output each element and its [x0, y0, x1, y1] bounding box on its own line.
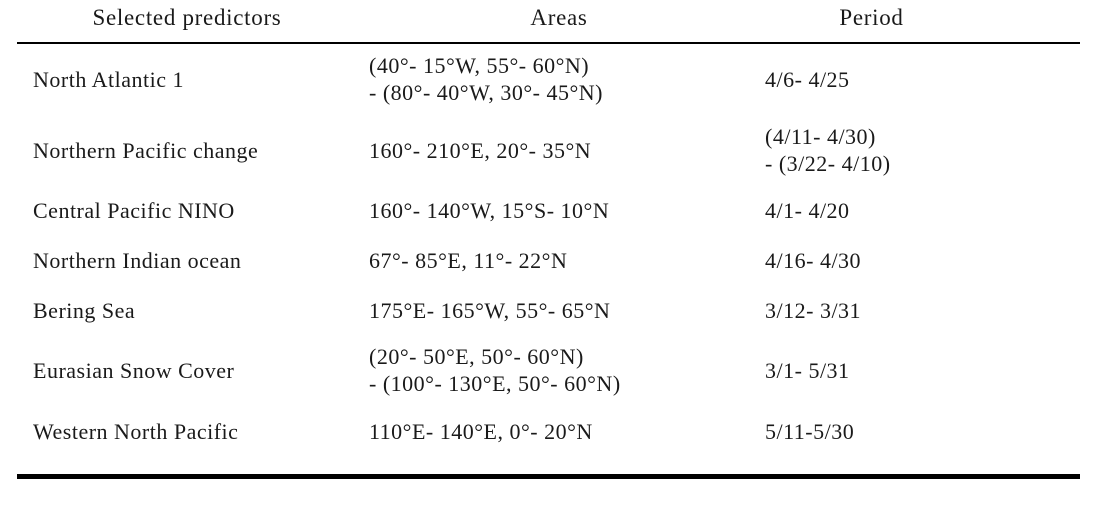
column-header-areas: Areas: [355, 0, 745, 44]
cell-period-line-1: 5/11-5/30: [765, 418, 855, 444]
cell-area: 175°E- 165°W, 55°- 65°N: [355, 286, 745, 336]
table-row: Central Pacific NINO 160°- 140°W, 15°S- …: [17, 186, 1080, 236]
cell-area: 110°E- 140°E, 0°- 20°N: [355, 406, 745, 458]
cell-predictor: North Atlantic 1: [33, 66, 184, 92]
cell-area-line-1: (40°- 15°W, 55°- 60°N): [369, 53, 590, 79]
cell-area-line-1: 110°E- 140°E, 0°- 20°N: [369, 418, 593, 444]
cell-period-line-1: 3/1- 5/31: [765, 357, 850, 383]
cell-period: 5/11-5/30: [745, 406, 1080, 458]
table-bottom-rule: [17, 474, 1080, 479]
column-header-period: Period: [745, 0, 1080, 44]
cell-period: 4/1- 4/20: [745, 186, 1080, 236]
cell-area-line-1: 160°- 210°E, 20°- 35°N: [369, 137, 592, 163]
table-row: Northern Pacific change 160°- 210°E, 20°…: [17, 116, 1080, 186]
predictor-table-figure: Selected predictors Areas Period North A…: [0, 0, 1111, 507]
cell-area: (20°- 50°E, 50°- 60°N) - (100°- 130°E, 5…: [355, 336, 745, 406]
cell-area: 160°- 140°W, 15°S- 10°N: [355, 186, 745, 236]
cell-predictor: Eurasian Snow Cover: [33, 357, 235, 383]
cell-period-line-2: - (3/22- 4/10): [765, 151, 891, 176]
table-row: North Atlantic 1 (40°- 15°W, 55°- 60°N) …: [17, 43, 1080, 116]
cell-period: 3/12- 3/31: [745, 286, 1080, 336]
cell-period: 4/6- 4/25: [745, 43, 1080, 116]
table-row: Eurasian Snow Cover (20°- 50°E, 50°- 60°…: [17, 336, 1080, 406]
table-header: Selected predictors Areas Period: [17, 0, 1080, 44]
cell-area: 67°- 85°E, 11°- 22°N: [355, 236, 745, 286]
selected-predictors-table: Selected predictors Areas Period North A…: [17, 0, 1080, 458]
table-body: North Atlantic 1 (40°- 15°W, 55°- 60°N) …: [17, 43, 1080, 458]
cell-period-line-1: 4/16- 4/30: [765, 247, 862, 273]
cell-predictor: Bering Sea: [33, 297, 136, 323]
cell-period-line-1: 3/12- 3/31: [765, 297, 862, 323]
cell-period: 4/16- 4/30: [745, 236, 1080, 286]
cell-area-line-1: 160°- 140°W, 15°S- 10°N: [369, 197, 610, 223]
cell-area-line-1: 67°- 85°E, 11°- 22°N: [369, 247, 568, 273]
cell-predictor: Northern Pacific change: [33, 137, 259, 163]
cell-period-line-1: (4/11- 4/30): [765, 124, 876, 150]
cell-predictor: Central Pacific NINO: [33, 197, 235, 223]
column-header-selected-predictors: Selected predictors: [17, 0, 355, 44]
cell-area: (40°- 15°W, 55°- 60°N) - (80°- 40°W, 30°…: [355, 43, 745, 116]
table-row: Western North Pacific 110°E- 140°E, 0°- …: [17, 406, 1080, 458]
cell-area-line-2: - (80°- 40°W, 30°- 45°N): [369, 80, 603, 105]
cell-area-line-2: - (100°- 130°E, 50°- 60°N): [369, 371, 621, 396]
cell-predictor: Northern Indian ocean: [33, 247, 242, 273]
cell-period-line-1: 4/6- 4/25: [765, 66, 850, 92]
cell-area-line-1: (20°- 50°E, 50°- 60°N): [369, 344, 584, 370]
cell-period: 3/1- 5/31: [745, 336, 1080, 406]
cell-predictor: Western North Pacific: [33, 418, 239, 444]
table-row: Bering Sea 175°E- 165°W, 55°- 65°N 3/12-…: [17, 286, 1080, 336]
table-header-row: Selected predictors Areas Period: [17, 0, 1080, 44]
cell-area-line-1: 175°E- 165°W, 55°- 65°N: [369, 297, 611, 323]
cell-period: (4/11- 4/30) - (3/22- 4/10): [745, 116, 1080, 186]
cell-area: 160°- 210°E, 20°- 35°N: [355, 116, 745, 186]
table-row: Northern Indian ocean 67°- 85°E, 11°- 22…: [17, 236, 1080, 286]
cell-period-line-1: 4/1- 4/20: [765, 197, 850, 223]
